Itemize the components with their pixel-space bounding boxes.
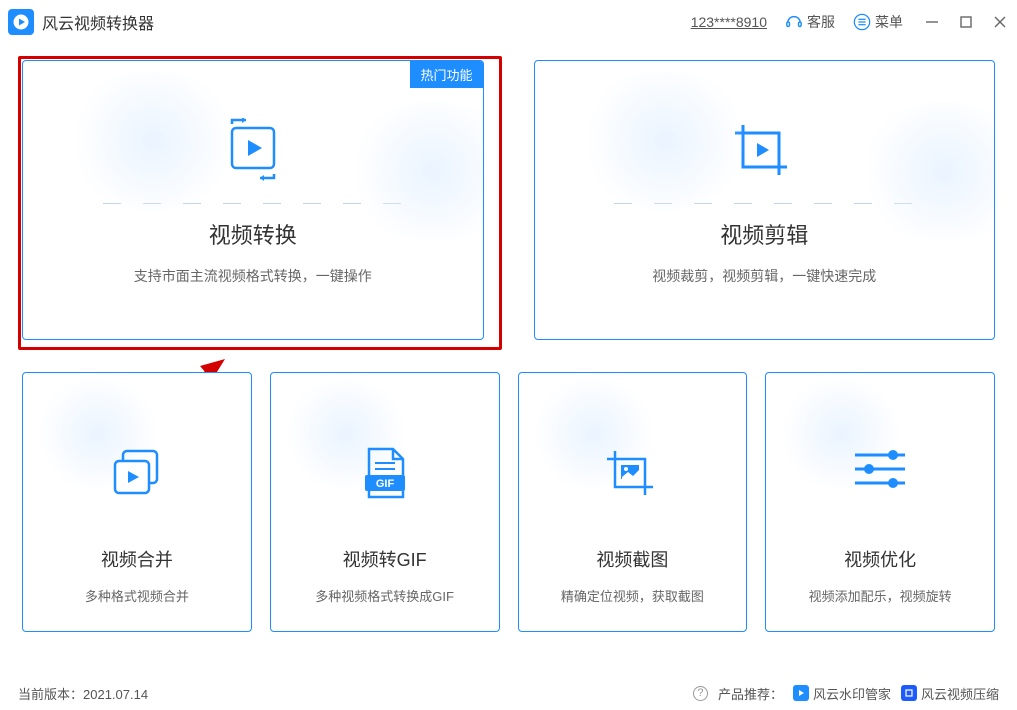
title-left: 风云视频转换器 (8, 9, 154, 35)
help-icon[interactable]: ? (693, 686, 708, 701)
app-title: 风云视频转换器 (42, 10, 154, 34)
menu-label: 菜单 (875, 12, 903, 32)
hot-badge: 热门功能 (410, 61, 482, 88)
svg-text:GIF: GIF (375, 478, 394, 490)
maximize-icon (959, 15, 973, 29)
top-row: 热门功能 视频转换 支持市面主流视频格式转换，一键操作 (22, 60, 995, 340)
title-right: 123****8910 客服 菜单 (691, 12, 1007, 32)
app-logo (8, 9, 34, 35)
menu-button[interactable]: 菜单 (853, 12, 903, 32)
bottom-row: 视频合并 多种格式视频合并 GIF 视频转GIF 多种视频格式转换成GIF (22, 372, 995, 632)
title-bar: 风云视频转换器 123****8910 客服 菜单 (0, 0, 1017, 44)
play-circle-icon (13, 14, 29, 30)
card-desc: 视频添加配乐，视频旋转 (809, 586, 952, 605)
version-value: 2021.07.14 (83, 687, 148, 702)
maximize-button[interactable] (959, 15, 973, 29)
decorative-blob (575, 71, 755, 211)
card-video-to-gif[interactable]: GIF 视频转GIF 多种视频格式转换成GIF (270, 372, 500, 632)
recommend-link-label: 风云水印管家 (813, 684, 891, 703)
card-title: 视频转GIF (343, 546, 427, 572)
card-title: 视频截图 (596, 546, 668, 572)
card-title: 视频合并 (101, 546, 173, 572)
sliders-icon (766, 445, 994, 493)
card-video-optimize[interactable]: 视频优化 视频添加配乐，视频旋转 (765, 372, 995, 632)
card-title: 视频转换 (209, 218, 297, 250)
recommend-link-watermark[interactable]: 风云水印管家 (793, 684, 891, 703)
card-desc: 多种格式视频合并 (85, 586, 189, 605)
close-icon (993, 15, 1007, 29)
account-id[interactable]: 123****8910 (691, 14, 767, 30)
support-label: 客服 (807, 12, 835, 32)
card-video-merge[interactable]: 视频合并 多种格式视频合并 (22, 372, 252, 632)
recommend-link-compress[interactable]: 风云视频压缩 (901, 684, 999, 703)
video-merge-icon (23, 445, 251, 501)
version-prefix: 当前版本： (18, 687, 83, 702)
decorative-blob (343, 101, 484, 241)
support-button[interactable]: 客服 (785, 12, 835, 32)
status-right: ? 产品推荐： 风云水印管家 风云视频压缩 (693, 684, 999, 703)
minimize-icon (925, 15, 939, 29)
recommend-link-label: 风云视频压缩 (921, 684, 999, 703)
recommend-label: 产品推荐： (718, 684, 783, 703)
content-area: 热门功能 视频转换 支持市面主流视频格式转换，一键操作 (0, 44, 1017, 632)
card-title: 视频剪辑 (720, 218, 808, 250)
card-desc: 支持市面主流视频格式转换，一键操作 (134, 266, 372, 286)
app-chip-icon (793, 685, 809, 701)
screenshot-crop-icon (519, 445, 747, 501)
menu-list-icon (853, 13, 871, 31)
status-bar: 当前版本：2021.07.14 ? 产品推荐： 风云水印管家 风云视频压缩 (0, 676, 1017, 710)
card-video-screenshot[interactable]: 视频截图 精确定位视频，获取截图 (518, 372, 748, 632)
version-info: 当前版本：2021.07.14 (18, 684, 148, 703)
minimize-button[interactable] (925, 15, 939, 29)
card-desc: 精确定位视频，获取截图 (561, 586, 704, 605)
decorative-blob (854, 101, 995, 241)
headset-icon (785, 13, 803, 31)
card-video-convert[interactable]: 热门功能 视频转换 支持市面主流视频格式转换，一键操作 (22, 60, 484, 340)
gif-file-icon: GIF (271, 445, 499, 503)
app-chip-icon (901, 685, 917, 701)
window-controls (925, 15, 1007, 29)
decorative-blob (63, 71, 243, 211)
card-video-edit[interactable]: 视频剪辑 视频裁剪，视频剪辑，一键快速完成 (534, 60, 996, 340)
card-title: 视频优化 (844, 546, 916, 572)
close-button[interactable] (993, 15, 1007, 29)
card-desc: 多种视频格式转换成GIF (315, 586, 454, 605)
card-desc: 视频裁剪，视频剪辑，一键快速完成 (652, 266, 876, 286)
